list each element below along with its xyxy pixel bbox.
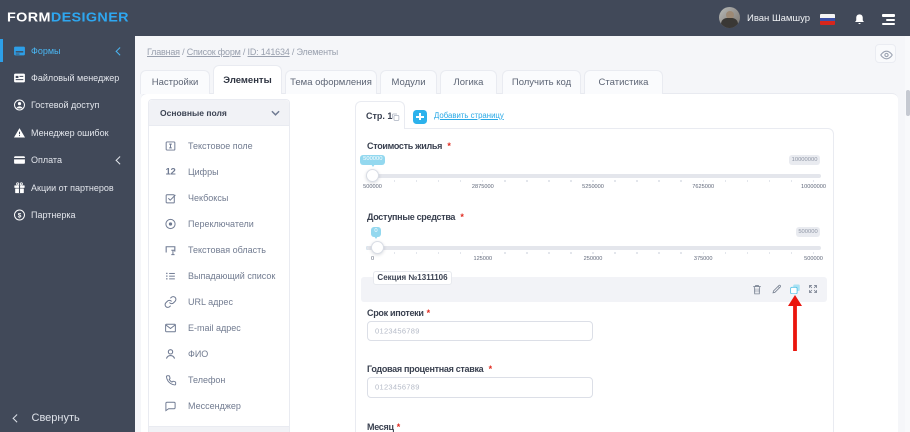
- svg-text:$: $: [18, 212, 22, 219]
